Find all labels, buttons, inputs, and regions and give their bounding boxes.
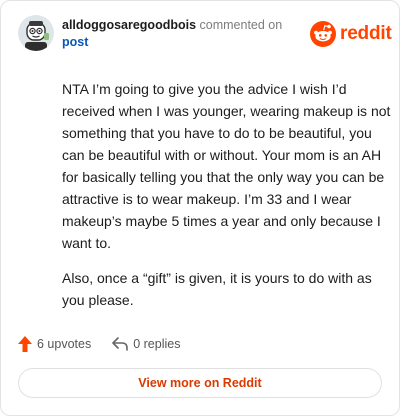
reply-count: 0 replies <box>133 337 181 351</box>
reddit-logo-icon <box>310 21 336 47</box>
upvote-button[interactable]: 6 upvotes <box>17 335 91 353</box>
reddit-wordmark: reddit <box>340 23 392 44</box>
snoo-avatar-icon <box>18 15 54 51</box>
commented-on-text: commented on <box>199 18 283 32</box>
comment-paragraph: Also, once a “gift” is given, it is your… <box>62 270 372 308</box>
post-link[interactable]: post <box>62 35 88 49</box>
reddit-brand[interactable]: reddit <box>310 21 392 47</box>
comment-paragraph: NTA I’m going to give you the advice I w… <box>62 81 391 251</box>
username-link[interactable]: alldoggosaregoodbois <box>62 18 196 32</box>
user-avatar[interactable] <box>18 15 54 51</box>
comment-actions: 6 upvotes 0 replies <box>17 333 180 355</box>
upvote-count: 6 upvotes <box>37 337 92 351</box>
view-more-on-reddit-button[interactable]: View more on Reddit <box>18 368 382 398</box>
embedded-comment-card: alldoggosaregoodbois commented on post r… <box>0 0 400 416</box>
comment-header: alldoggosaregoodbois commented on post <box>62 17 302 51</box>
reply-arrow-icon <box>112 337 129 351</box>
comment-body: NTA I’m going to give you the advice I w… <box>62 78 392 324</box>
replies-button[interactable]: 0 replies <box>111 336 180 352</box>
upvote-arrow-icon <box>18 336 32 352</box>
